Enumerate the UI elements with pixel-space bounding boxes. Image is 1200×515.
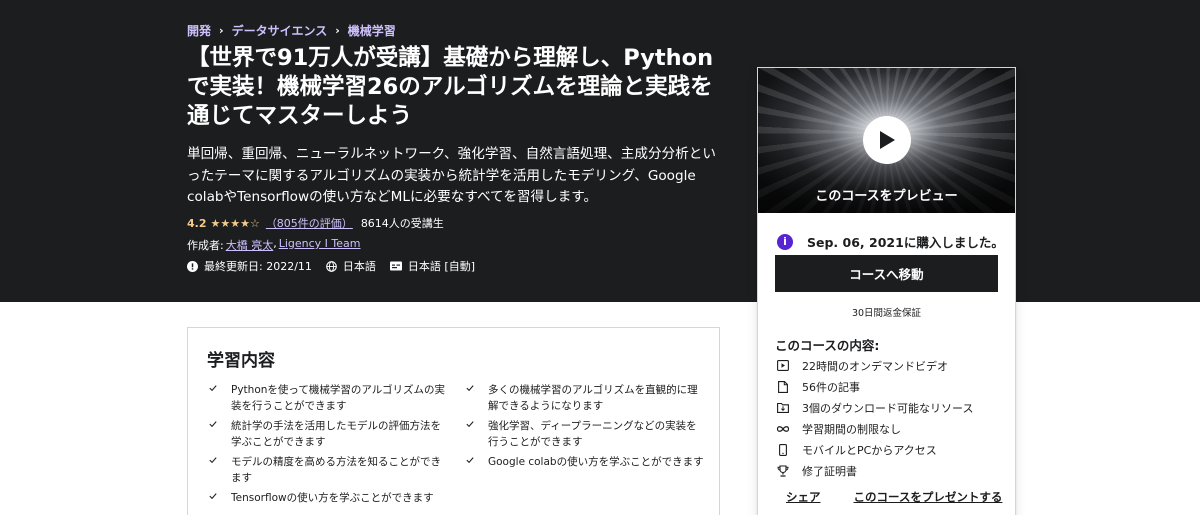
globe-icon (326, 260, 337, 272)
include-text: 22時間のオンデマンドビデオ (802, 359, 948, 373)
include-text: モバイルとPCからアクセス (802, 443, 937, 457)
check-icon (209, 493, 217, 500)
list-item: Pythonを使って機械学習のアルゴリズムの実装を行うことができます (207, 382, 447, 414)
author-separator: , (273, 237, 277, 250)
check-icon (466, 385, 474, 392)
breadcrumb-item-data-science[interactable]: データサイエンス (232, 22, 328, 39)
includes-title: このコースの内容: (775, 338, 880, 353)
check-icon (466, 457, 474, 464)
language-text: 日本語 (342, 260, 376, 273)
list-item: 強化学習、ディープラーニングなどの実装を行うことができます (464, 418, 704, 450)
sidebar-actions: シェア このコースをプレゼントする (758, 489, 1015, 505)
preview-label: このコースをプレビュー (815, 189, 958, 204)
chevron-right-icon: › (219, 24, 224, 37)
list-item-text: Google colabの使い方を学ぶことができます (488, 456, 704, 468)
include-text: 56件の記事 (802, 380, 860, 394)
infinity-icon (775, 421, 791, 437)
share-link[interactable]: シェア (786, 489, 821, 505)
captions-text: 日本語 [自動] (407, 260, 475, 273)
include-text: 学習期間の制限なし (802, 422, 901, 436)
meta-row: 最終更新日: 2022/11 日本語 日本語 [自動] (187, 258, 489, 274)
check-icon (209, 457, 217, 464)
purchase-notice: i Sep. 06, 2021に購入しました。 (777, 232, 1004, 251)
play-button[interactable] (863, 116, 911, 164)
check-icon (209, 421, 217, 428)
list-item-text: Pythonを使って機械学習のアルゴリズムの実装を行うことができます (231, 384, 446, 412)
include-text: 3個のダウンロード可能なリソース (802, 401, 974, 415)
author-link-ohashi[interactable]: 大橋 亮太 (226, 237, 274, 253)
list-item-text: 多くの機械学習のアルゴリズムを直観的に理解できるようになります (488, 384, 698, 412)
list-item-text: Tensorflowの使い方を学ぶことができます (231, 492, 434, 504)
list-item-text: 統計学の手法を活用したモデルの評価方法を学ぶことができます (231, 420, 441, 448)
video-icon (775, 358, 791, 374)
list-item: 22時間のオンデマンドビデオ (775, 355, 1005, 376)
captions: 日本語 [自動] (389, 258, 475, 274)
last-updated: 最終更新日: 2022/11 (187, 258, 312, 274)
learn-title: 学習内容 (207, 351, 275, 371)
rating-row: 4.2 ★★★★☆ （805件の評価） 8614人の受講生 (187, 215, 444, 231)
list-item: 3個のダウンロード可能なリソース (775, 397, 1005, 418)
purchase-date-text: Sep. 06, 2021に購入しました。 (807, 235, 1004, 250)
include-text: 修了証明書 (802, 464, 857, 478)
includes-list: 22時間のオンデマンドビデオ 56件の記事 3個のダウンロード可能なリソース 学… (775, 355, 1005, 481)
list-item: Tensorflowの使い方を学ぶことができます (207, 490, 447, 506)
gift-course-link[interactable]: このコースをプレゼントする (854, 489, 1003, 505)
check-icon (466, 421, 474, 428)
go-to-course-button[interactable]: コースへ移動 (775, 255, 998, 292)
breadcrumb-item-development[interactable]: 開発 (187, 22, 211, 39)
breadcrumb: 開発 › データサイエンス › 機械学習 (187, 22, 396, 39)
breadcrumb-item-machine-learning[interactable]: 機械学習 (348, 22, 396, 39)
check-icon (209, 385, 217, 392)
star-rating-icon: ★★★★☆ (210, 216, 260, 230)
list-item: 修了証明書 (775, 460, 1005, 481)
course-subtitle: 単回帰、重回帰、ニューラルネットワーク、強化学習、自然言語処理、主成分分析といっ… (187, 146, 716, 205)
list-item: 学習期間の制限なし (775, 418, 1005, 439)
info-icon: i (777, 233, 793, 250)
play-icon (880, 131, 895, 149)
download-folder-icon (775, 400, 791, 416)
list-item: 多くの機械学習のアルゴリズムを直観的に理解できるようになります (464, 382, 704, 414)
what-you-will-learn: 学習内容 Pythonを使って機械学習のアルゴリズムの実装を行うことができます … (187, 327, 720, 515)
author-row: 作成者: 大橋 亮太, Ligency I Team (187, 237, 361, 253)
list-item-text: モデルの精度を高める方法を知ることができます (231, 456, 441, 484)
rating-count-link[interactable]: （805件の評価） (266, 215, 353, 231)
list-item: モバイルとPCからアクセス (775, 439, 1005, 460)
money-back-guarantee: 30日間返金保証 (851, 308, 922, 319)
list-item-text: 強化学習、ディープラーニングなどの実装を行うことができます (488, 420, 697, 448)
rating-value: 4.2 (187, 216, 207, 230)
file-icon (775, 379, 791, 395)
language: 日本語 (326, 258, 376, 274)
purchase-sidebar: このコースをプレビュー i Sep. 06, 2021に購入しました。 コースへ… (757, 67, 1016, 515)
list-item: 56件の記事 (775, 376, 1005, 397)
alert-badge-icon (187, 260, 198, 272)
course-title: 【世界で91万人が受講】基礎から理解し、Pythonで実装！機械学習26のアルゴ… (187, 45, 714, 129)
author-link-ligency[interactable]: Ligency I Team (279, 237, 361, 253)
author-label: 作成者: (187, 239, 224, 252)
course-preview-video[interactable]: このコースをプレビュー (758, 68, 1015, 213)
mobile-icon (775, 442, 791, 458)
list-item: Google colabの使い方を学ぶことができます (464, 454, 704, 470)
trophy-icon (775, 463, 791, 479)
last-updated-text: 最終更新日: 2022/11 (204, 260, 312, 273)
student-count: 8614人の受講生 (360, 217, 444, 230)
chevron-right-icon: › (335, 24, 340, 37)
list-item: モデルの精度を高める方法を知ることができます (207, 454, 447, 486)
closed-caption-icon (389, 261, 402, 271)
course-header: 開発 › データサイエンス › 機械学習 【世界で91万人が受講】基礎から理解し… (0, 0, 1200, 302)
list-item: 統計学の手法を活用したモデルの評価方法を学ぶことができます (207, 418, 447, 450)
